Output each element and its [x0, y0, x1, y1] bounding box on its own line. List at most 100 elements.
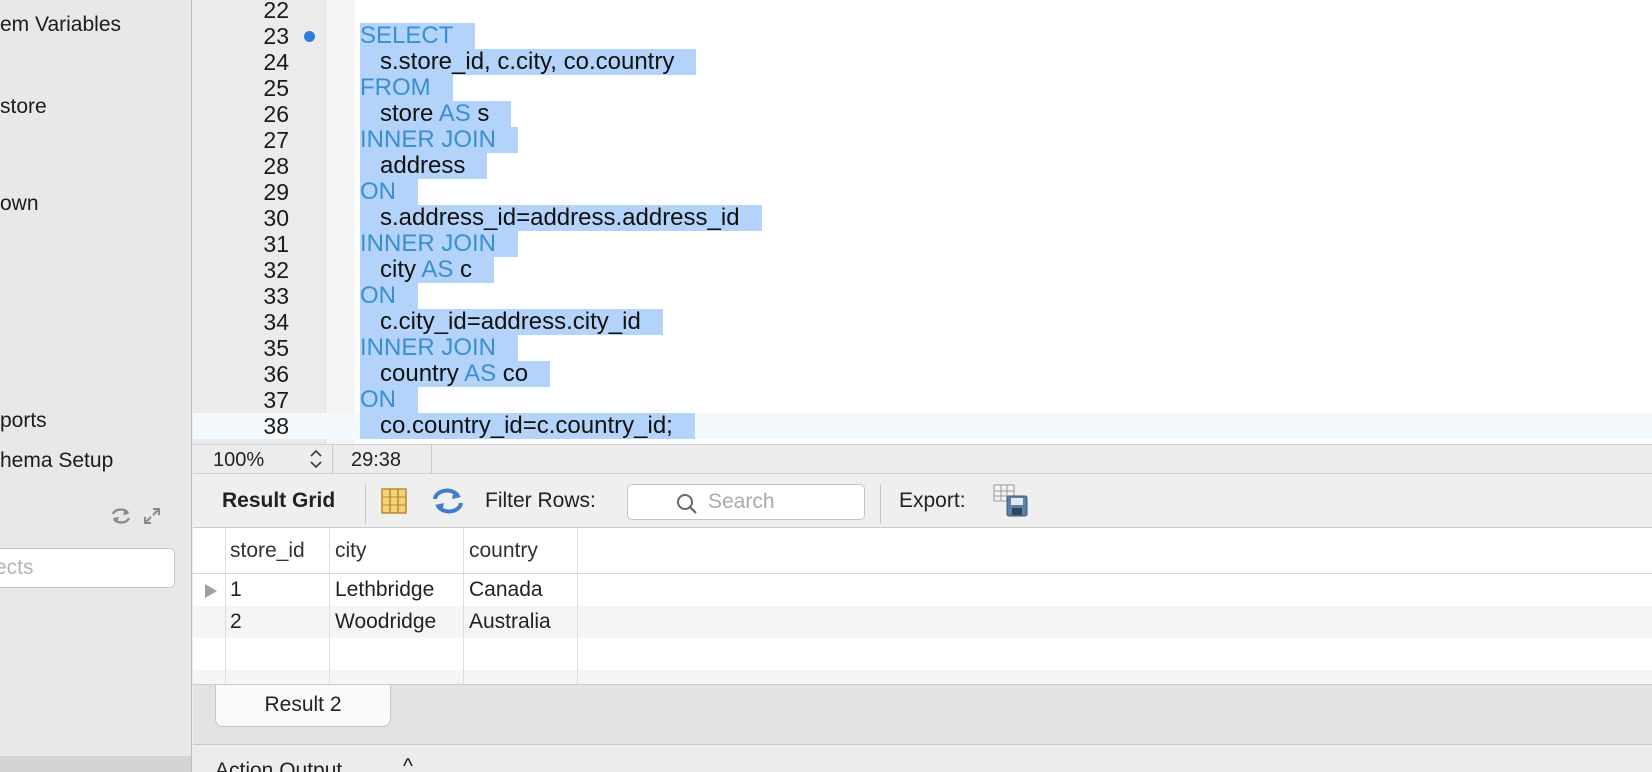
sql-keyword: FROM — [360, 74, 431, 101]
sql-keyword: INNER JOIN — [360, 126, 497, 153]
code-text[interactable]: store AS s — [360, 101, 512, 127]
line-number: 26 — [263, 101, 289, 127]
line-number: 30 — [263, 205, 289, 231]
sidebar-filter-box[interactable] — [0, 548, 175, 588]
collapse-caret-icon[interactable]: ^ — [403, 755, 413, 772]
code-text[interactable]: INNER JOIN — [360, 126, 519, 153]
sql-keyword: ON — [360, 282, 396, 309]
result-toolbar: Result Grid Filter Rows: Export: — [193, 474, 1652, 528]
table-cell[interactable] — [225, 638, 330, 670]
code-text[interactable]: SELECT — [360, 22, 476, 49]
column-header-store-id[interactable]: store_id — [225, 528, 330, 573]
sql-keyword: INNER JOIN — [360, 230, 497, 257]
export-icon[interactable] — [993, 484, 1029, 524]
sidebar-item-reports[interactable]: ports — [0, 409, 47, 433]
action-output-header[interactable]: Action Output ^ — [193, 744, 1652, 772]
code-text[interactable]: ON — [360, 387, 418, 413]
line-number: 33 — [263, 283, 289, 309]
column-header-country[interactable]: country — [464, 528, 578, 573]
expand-icon[interactable] — [142, 506, 162, 526]
zoom-stepper-icon[interactable] — [308, 447, 324, 471]
refresh-results-icon[interactable] — [431, 486, 465, 522]
sql-keyword: ON — [360, 386, 396, 413]
code-text[interactable]: INNER JOIN — [360, 334, 519, 361]
sql-keyword: INNER JOIN — [360, 334, 497, 361]
column-header-city[interactable]: city — [330, 528, 464, 573]
code-line[interactable]: 29 ON — [193, 179, 1652, 205]
table-row-empty[interactable] — [193, 638, 1652, 670]
code-text[interactable]: c.city_id=address.city_id — [360, 309, 663, 335]
status-divider — [431, 445, 432, 475]
code-line[interactable]: 34 c.city_id=address.city_id — [193, 309, 1652, 335]
code-line[interactable]: 28 address — [193, 153, 1652, 179]
code-text[interactable]: city AS c — [360, 256, 495, 283]
code-line[interactable]: 36 country AS co — [193, 361, 1652, 387]
sidebar-item-system-variables[interactable]: em Variables — [0, 13, 121, 37]
code-text[interactable]: INNER JOIN — [360, 230, 519, 257]
code-text[interactable]: s.store_id, c.city, co.country — [360, 49, 697, 75]
sql-keyword: AS — [464, 360, 497, 387]
code-text[interactable]: ON — [360, 179, 418, 205]
sql-text: s.address_id=address.address_id — [360, 204, 740, 231]
zoom-level[interactable]: 100% — [213, 449, 264, 472]
table-cell[interactable]: 1 — [225, 574, 330, 606]
status-divider — [332, 445, 333, 475]
table-cell[interactable]: Woodridge — [330, 606, 464, 638]
table-cell[interactable] — [330, 638, 464, 670]
result-grid-label[interactable]: Result Grid — [222, 489, 335, 513]
result-grid[interactable]: store_id city country 1 Lethbridge Canad… — [193, 528, 1652, 684]
line-number: 37 — [263, 387, 289, 413]
sql-keyword: ON — [360, 178, 396, 205]
code-line[interactable]: 27 INNER JOIN — [193, 127, 1652, 153]
tab-result-2[interactable]: Result 2 — [215, 685, 391, 727]
table-cell[interactable]: 2 — [225, 606, 330, 638]
sidebar-item-schema-setup[interactable]: hema Setup — [0, 449, 113, 473]
code-line[interactable]: 25 FROM — [193, 75, 1652, 101]
sql-text: country — [360, 360, 465, 387]
line-number: 25 — [263, 75, 289, 101]
code-line[interactable]: 31 INNER JOIN — [193, 231, 1652, 257]
sidebar-item-own[interactable]: own — [0, 192, 39, 216]
code-line[interactable]: 37 ON — [193, 387, 1652, 413]
table-cell[interactable]: Australia — [464, 606, 578, 638]
code-text[interactable]: FROM — [360, 75, 453, 101]
table-row[interactable]: 1 Lethbridge Canada — [193, 574, 1652, 606]
result-tab-bar: Result 2 — [193, 684, 1652, 744]
filter-rows-input[interactable] — [708, 485, 858, 519]
filter-rows-box[interactable] — [627, 484, 865, 520]
code-line[interactable]: 32 city AS c — [193, 257, 1652, 283]
code-text[interactable]: address — [360, 153, 488, 179]
code-text[interactable]: co.country_id=c.country_id; — [360, 413, 695, 439]
sql-keyword: SELECT — [360, 22, 454, 49]
sidebar: em Variables store own ports hema Setup — [0, 0, 192, 772]
statement-marker-icon[interactable] — [304, 31, 315, 42]
sql-editor[interactable]: 22 23 SELECT 24 s.store_id, c.city, co.coun… — [193, 0, 1652, 444]
table-cell[interactable] — [464, 638, 578, 670]
table-cell[interactable]: Canada — [464, 574, 578, 606]
line-number: 29 — [263, 179, 289, 205]
refresh-icon[interactable] — [110, 506, 132, 526]
code-line[interactable]: 33 ON — [193, 283, 1652, 309]
sidebar-item-store[interactable]: store — [0, 95, 47, 119]
line-number: 31 — [263, 231, 289, 257]
code-text[interactable]: country AS co — [360, 360, 551, 387]
code-line[interactable]: 35 INNER JOIN — [193, 335, 1652, 361]
grid-layout-icon[interactable] — [381, 488, 407, 520]
table-row[interactable]: 2 Woodridge Australia — [193, 606, 1652, 638]
sql-text: city — [360, 256, 422, 283]
code-text[interactable]: s.address_id=address.address_id — [360, 205, 762, 231]
line-number: 34 — [263, 309, 289, 335]
sidebar-filter-input[interactable] — [0, 549, 174, 587]
code-line[interactable]: 38 co.country_id=c.country_id; — [193, 413, 1652, 439]
table-cell[interactable]: Lethbridge — [330, 574, 464, 606]
code-line[interactable]: 22 — [193, 0, 1652, 23]
line-number: 32 — [263, 257, 289, 283]
line-number: 38 — [263, 413, 289, 439]
code-text[interactable]: ON — [360, 283, 418, 309]
line-number: 36 — [263, 361, 289, 387]
code-line[interactable]: 30 s.address_id=address.address_id — [193, 205, 1652, 231]
code-line[interactable]: 26 store AS s — [193, 101, 1652, 127]
grid-header-row: store_id city country — [193, 528, 1652, 574]
code-line[interactable]: 24 s.store_id, c.city, co.country — [193, 49, 1652, 75]
code-line[interactable]: 23 SELECT — [193, 23, 1652, 49]
